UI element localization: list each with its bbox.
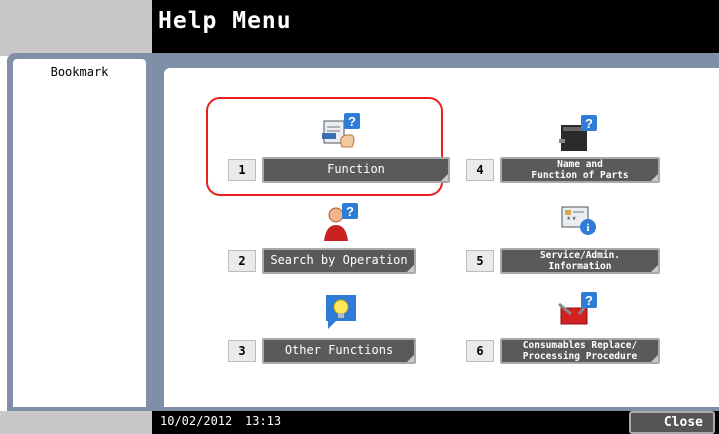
- function-button[interactable]: Function: [262, 157, 450, 183]
- item-number: 5: [466, 250, 494, 272]
- close-button[interactable]: Close: [629, 411, 715, 434]
- button-label-line1: Consumables Replace/: [522, 340, 638, 351]
- other-functions-label: Other Functions: [284, 343, 394, 357]
- search-by-operation-label: Search by Operation: [270, 253, 408, 267]
- footer-left-panel: [0, 411, 152, 434]
- svg-text:?: ?: [346, 204, 354, 219]
- header-left-panel: [0, 0, 152, 56]
- item-number: 3: [228, 340, 256, 362]
- svg-text:?: ?: [585, 116, 593, 131]
- button-label-line1: Service/Admin.: [539, 250, 621, 261]
- button-label-line2: Function of Parts: [531, 170, 629, 181]
- item-number: 1: [228, 159, 256, 181]
- bookmark-panel: [13, 59, 146, 407]
- svg-text:?: ?: [348, 114, 356, 129]
- printer-help-icon: ?: [557, 113, 601, 157]
- function-button-label: Function: [327, 162, 385, 176]
- item-number: 6: [466, 340, 494, 362]
- svg-text:i: i: [586, 222, 589, 234]
- info-card-icon: ** i: [560, 203, 600, 243]
- name-and-function-of-parts-button[interactable]: Name and Function of Parts: [500, 157, 660, 183]
- other-functions-button[interactable]: Other Functions: [262, 338, 416, 364]
- date-display: 10/02/2012: [160, 414, 233, 428]
- search-by-operation-button[interactable]: Search by Operation: [262, 248, 416, 274]
- button-label-line2: Processing Procedure: [522, 351, 638, 362]
- consumables-replace-button[interactable]: Consumables Replace/ Processing Procedur…: [500, 338, 660, 364]
- lightbulb-help-icon: [324, 293, 360, 337]
- service-admin-information-button[interactable]: Service/Admin. Information: [500, 248, 660, 274]
- page-title: Help Menu: [158, 8, 292, 34]
- svg-text:?: ?: [585, 293, 593, 308]
- bookmark-tab[interactable]: Bookmark: [13, 65, 146, 79]
- svg-text:**: **: [566, 216, 577, 226]
- toolbox-help-icon: ?: [557, 290, 601, 334]
- button-label-line1: Name and: [557, 159, 603, 170]
- item-number: 4: [466, 159, 494, 181]
- function-help-icon: ?: [320, 111, 364, 155]
- operator-help-icon: ?: [320, 201, 364, 245]
- time-display: 13:13: [245, 414, 282, 428]
- button-label-line2: Information: [548, 261, 612, 272]
- item-number: 2: [228, 250, 256, 272]
